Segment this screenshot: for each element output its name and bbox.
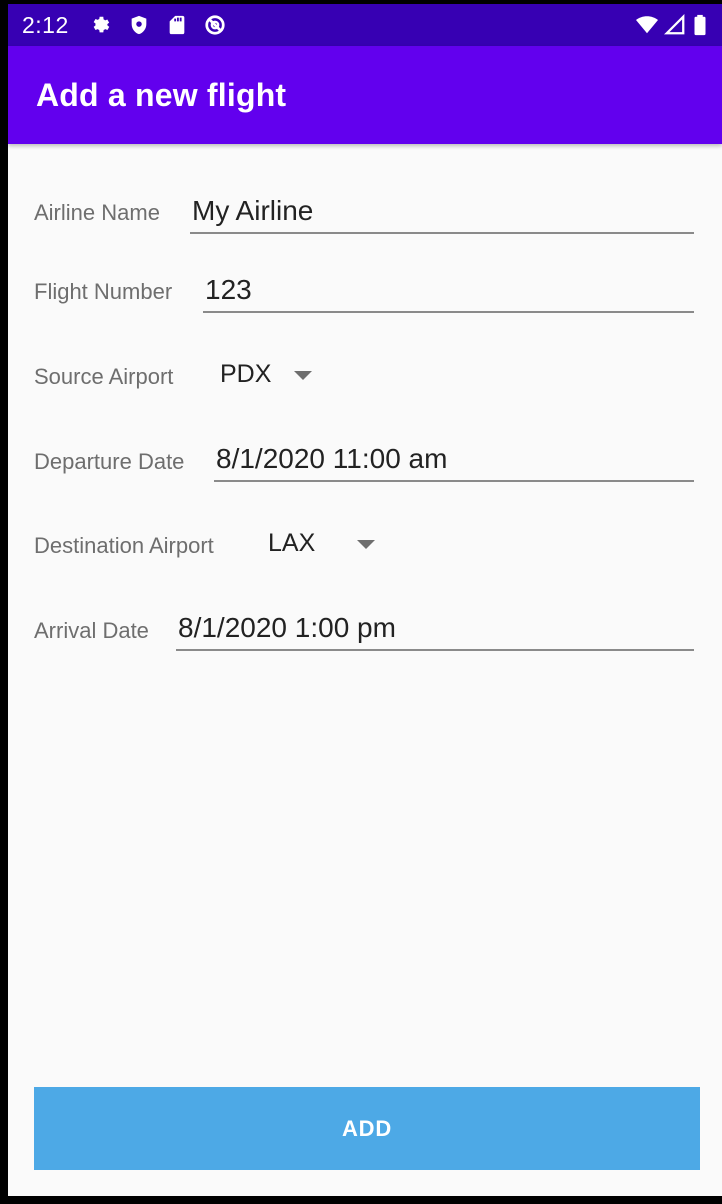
app-bar: Add a new flight xyxy=(8,46,722,144)
chevron-down-icon xyxy=(294,371,312,380)
flight-number-label: Flight Number xyxy=(34,279,173,304)
source-airport-label: Source Airport xyxy=(34,364,174,389)
airline-name-input[interactable] xyxy=(190,190,694,234)
wifi-icon xyxy=(636,14,658,36)
source-airport-value: PDX xyxy=(220,360,272,388)
airline-name-row: Airline Name xyxy=(34,190,694,240)
destination-airport-label: Destination Airport xyxy=(34,533,214,558)
arrival-date-row: Arrival Date xyxy=(34,607,694,657)
departure-date-label: Departure Date xyxy=(34,449,185,474)
departure-date-input[interactable] xyxy=(214,438,694,482)
settings-icon xyxy=(90,14,112,36)
no-disturb-icon xyxy=(204,14,226,36)
device-screen: 2:12 Add a new flight Airline Name My Ai… xyxy=(8,4,722,1196)
arrival-date-label: Arrival Date xyxy=(34,618,149,643)
add-button[interactable]: ADD xyxy=(34,1087,700,1170)
destination-airport-spinner[interactable]: LAX xyxy=(268,525,388,565)
sd-card-icon xyxy=(166,14,188,36)
chevron-down-icon xyxy=(357,540,375,549)
shield-icon xyxy=(128,14,150,36)
page-title: Add a new flight xyxy=(36,77,287,113)
destination-airport-value: LAX xyxy=(268,529,316,557)
flight-number-row: Flight Number xyxy=(34,269,694,319)
signal-icon xyxy=(664,14,686,36)
departure-date-row: Departure Date xyxy=(34,438,694,488)
arrival-date-input[interactable] xyxy=(176,607,694,651)
airline-name-label: Airline Name xyxy=(34,200,160,225)
source-airport-row: Source Airport PDX xyxy=(34,356,694,406)
status-time: 2:12 xyxy=(22,12,69,38)
destination-airport-row: Destination Airport LAX xyxy=(34,525,694,575)
source-airport-spinner[interactable]: PDX xyxy=(220,356,330,396)
status-bar: 2:12 xyxy=(8,4,722,46)
flight-number-input[interactable] xyxy=(203,269,694,313)
battery-icon xyxy=(692,14,708,36)
